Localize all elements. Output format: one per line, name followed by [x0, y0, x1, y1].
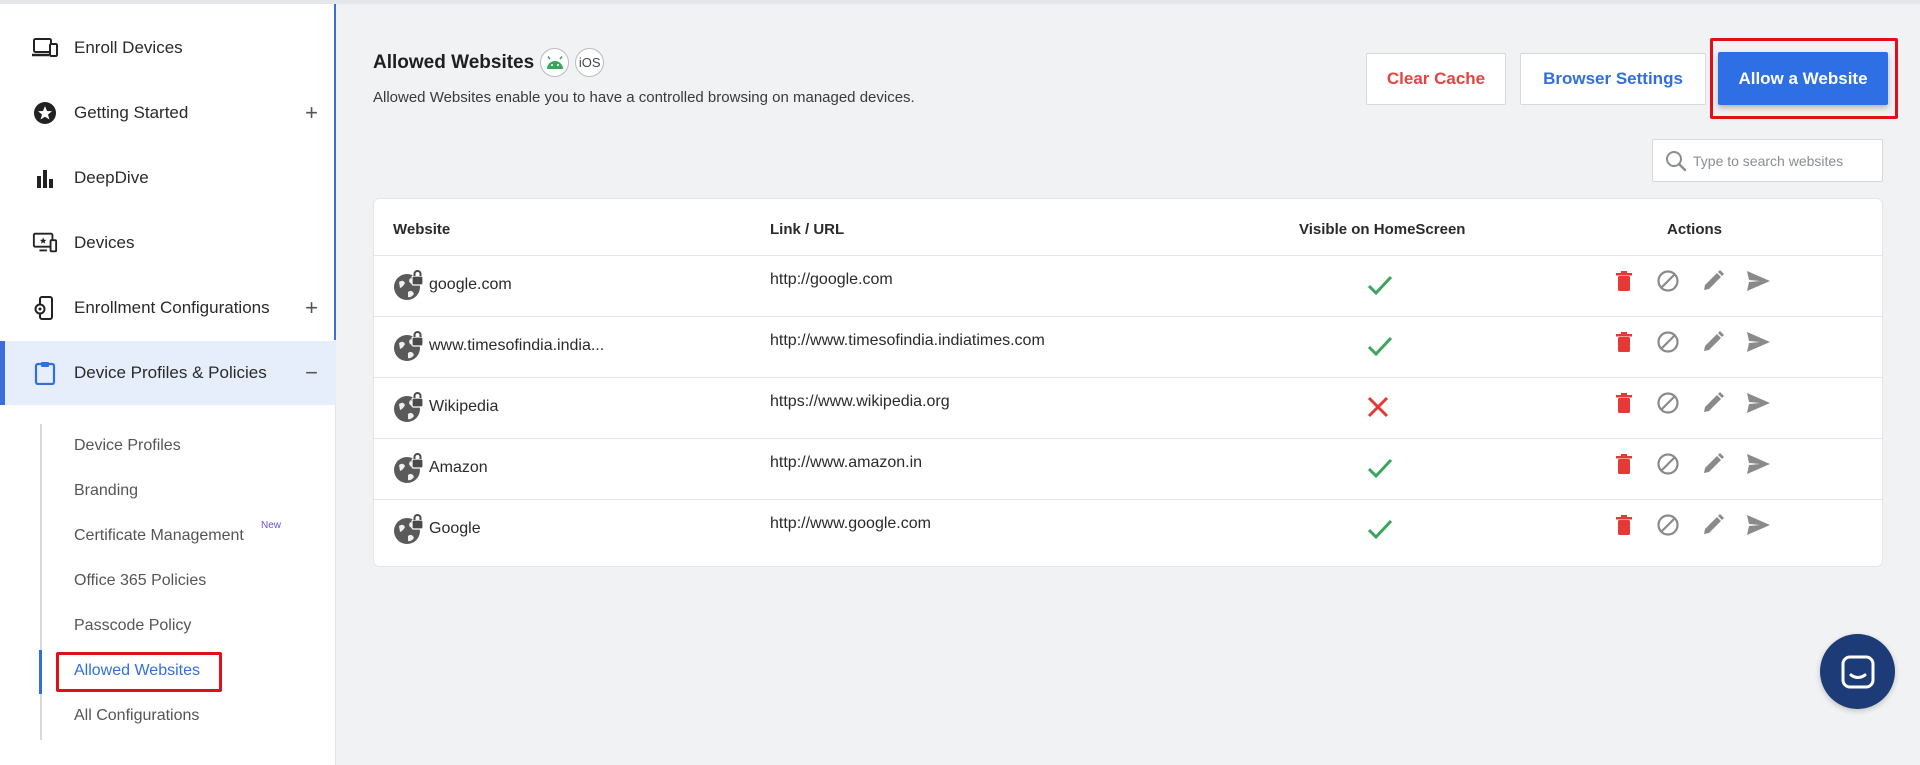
sidebar-item-enrollment-configurations[interactable]: Enrollment Configurations +: [0, 276, 336, 340]
website-name: Amazon: [429, 459, 488, 476]
website-url: http://www.amazon.in: [770, 454, 923, 471]
clear-cache-button[interactable]: Clear Cache: [1366, 53, 1506, 105]
website-name: google.com: [429, 276, 512, 293]
globe-lock-icon: [393, 514, 425, 546]
table-row: Google http://www.google.com: [374, 499, 1882, 560]
star-icon: [32, 100, 58, 126]
sidebar: Enroll Devices Getting Started + DeepDiv…: [0, 4, 336, 765]
column-header-url: Link / URL: [770, 221, 845, 238]
delete-icon[interactable]: [1611, 451, 1637, 477]
website-url: http://www.google.com: [770, 515, 931, 532]
send-icon[interactable]: [1745, 512, 1771, 538]
check-icon: [1366, 273, 1394, 302]
sidebar-item-devices[interactable]: Devices: [0, 211, 336, 275]
delete-icon[interactable]: [1611, 390, 1637, 416]
sidebar-item-enroll-devices[interactable]: Enroll Devices: [0, 16, 336, 80]
browser-settings-button[interactable]: Browser Settings: [1520, 53, 1706, 105]
block-icon[interactable]: [1655, 329, 1681, 355]
check-icon: [1366, 334, 1394, 363]
sub-item-office-365-policies[interactable]: Office 365 Policies: [74, 572, 206, 590]
sub-item-passcode-policy[interactable]: Passcode Policy: [74, 617, 191, 635]
check-icon: [1366, 517, 1394, 546]
block-icon[interactable]: [1655, 451, 1681, 477]
check-icon: [1366, 456, 1394, 485]
sidebar-item-label: Getting Started: [74, 103, 189, 122]
devices-icon: [32, 35, 58, 61]
sidebar-item-label: Enroll Devices: [74, 38, 183, 57]
ios-badge: iOS: [575, 48, 605, 77]
website-name: Wikipedia: [429, 398, 499, 415]
delete-icon[interactable]: [1611, 512, 1637, 538]
search-icon: [1666, 150, 1687, 171]
android-icon: [546, 55, 563, 69]
search-box[interactable]: [1652, 139, 1883, 182]
monitor-icon: [32, 230, 58, 256]
column-header-actions: Actions: [1667, 221, 1723, 238]
table-row: Wikipedia https://www.wikipedia.org: [374, 377, 1882, 438]
column-header-visible: Visible on HomeScreen: [1299, 221, 1466, 238]
sidebar-item-getting-started[interactable]: Getting Started +: [0, 81, 336, 145]
sub-item-branding[interactable]: Branding: [74, 482, 138, 500]
sidebar-item-label: Enrollment Configurations: [74, 298, 270, 317]
website-url: http://google.com: [770, 271, 893, 288]
bar-chart-icon: [32, 165, 58, 191]
delete-icon[interactable]: [1611, 329, 1637, 355]
sidebar-item-label: Device Profiles & Policies: [74, 363, 267, 382]
collapse-minus-icon[interactable]: −: [305, 362, 318, 384]
sidebar-item-label: DeepDive: [74, 168, 149, 187]
send-icon[interactable]: [1745, 268, 1771, 294]
block-icon[interactable]: [1655, 390, 1681, 416]
block-icon[interactable]: [1655, 268, 1681, 294]
block-icon[interactable]: [1655, 512, 1681, 538]
new-badge: New: [261, 520, 282, 531]
page-subtitle: Allowed Websites enable you to have a co…: [373, 89, 915, 106]
globe-lock-icon: [393, 331, 425, 363]
edit-icon[interactable]: [1700, 268, 1726, 294]
sidebar-item-label: Devices: [74, 233, 135, 252]
chat-icon: [1841, 655, 1874, 688]
website-name: Google: [429, 520, 481, 537]
cross-icon: [1366, 395, 1390, 424]
page-title: Allowed Websites: [373, 51, 535, 73]
edit-icon[interactable]: [1700, 451, 1726, 477]
table-row: www.timesofindia.india... http://www.time…: [374, 316, 1882, 377]
chat-launcher-button[interactable]: [1820, 634, 1895, 709]
globe-lock-icon: [393, 453, 425, 485]
edit-icon[interactable]: [1700, 512, 1726, 538]
send-icon[interactable]: [1745, 451, 1771, 477]
expand-plus-icon[interactable]: +: [305, 297, 318, 319]
globe-lock-icon: [393, 270, 425, 302]
edit-icon[interactable]: [1700, 390, 1726, 416]
column-header-website: Website: [393, 221, 451, 238]
website-url: http://www.timesofindia.indiatimes.com: [770, 332, 1045, 349]
expand-plus-icon[interactable]: +: [305, 102, 318, 124]
websites-table: Website Link / URL Visible on HomeScreen…: [373, 198, 1883, 567]
send-icon[interactable]: [1745, 329, 1771, 355]
android-badge: [540, 48, 570, 77]
delete-icon[interactable]: [1611, 268, 1637, 294]
send-icon[interactable]: [1745, 390, 1771, 416]
website-name: www.timesofindia.india...: [429, 337, 605, 354]
edit-icon[interactable]: [1700, 329, 1726, 355]
allow-website-button[interactable]: Allow a Website: [1718, 52, 1888, 105]
sub-menu-active-bar: [39, 650, 42, 694]
clipboard-icon: [32, 360, 58, 386]
sidebar-item-deepdive[interactable]: DeepDive: [0, 146, 336, 210]
sub-item-all-configurations[interactable]: All Configurations: [74, 707, 199, 725]
sidebar-item-device-profiles-policies[interactable]: Device Profiles & Policies −: [0, 341, 336, 405]
globe-lock-icon: [393, 392, 425, 424]
table-row: Amazon http://www.amazon.in: [374, 438, 1882, 499]
sub-item-device-profiles[interactable]: Device Profiles: [74, 437, 181, 455]
search-input[interactable]: [1693, 152, 1873, 169]
table-row: google.com http://google.com: [374, 255, 1882, 316]
highlight-allowed-websites: [56, 652, 222, 692]
sub-item-certificate-management[interactable]: Certificate Management: [74, 527, 244, 545]
website-url: https://www.wikipedia.org: [770, 393, 950, 410]
title-row: Allowed Websites iOS: [373, 48, 605, 77]
phone-config-icon: [32, 295, 58, 321]
